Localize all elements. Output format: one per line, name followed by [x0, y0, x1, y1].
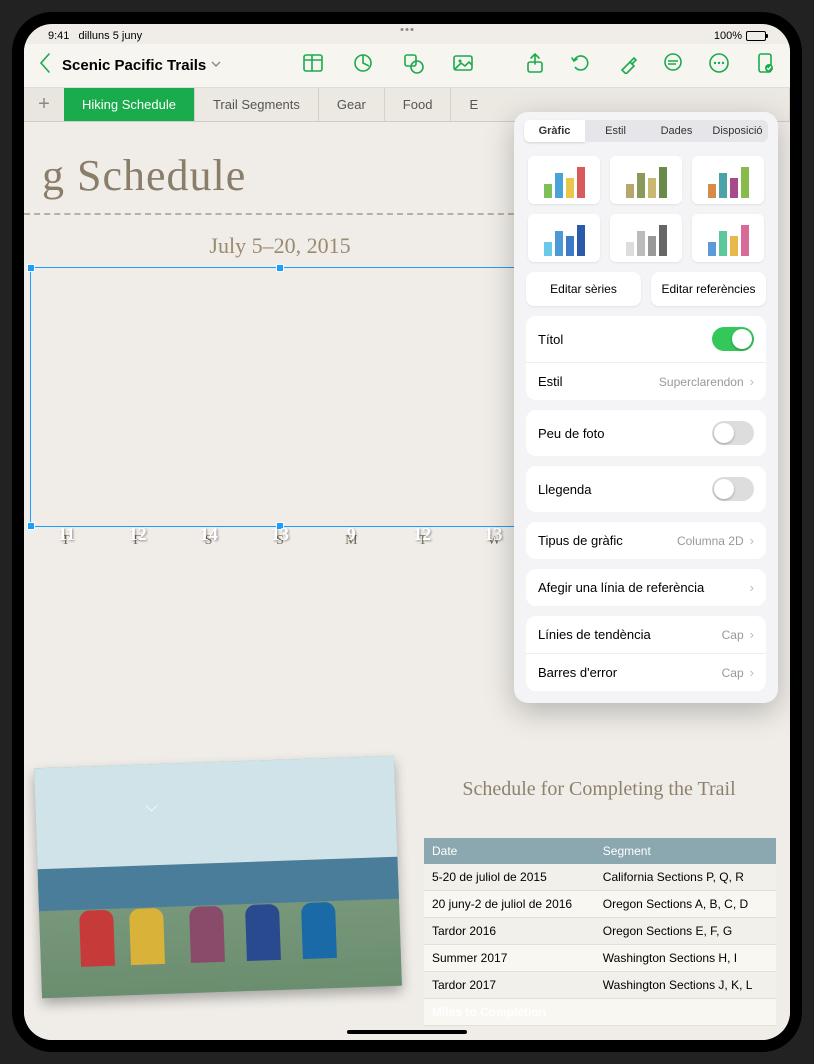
table-row: Tardor 2016Oregon Sections E, F, G: [424, 918, 776, 945]
insert-shape-icon[interactable]: [402, 52, 424, 79]
battery-percent: 100%: [714, 30, 742, 42]
table-header[interactable]: Date: [424, 838, 595, 864]
chart-title: July 5–20, 2015: [30, 233, 530, 259]
battery-icon: [746, 31, 766, 41]
bar-value: 14: [200, 524, 218, 545]
bar-value: 13: [271, 524, 289, 545]
chart-style-thumb[interactable]: [528, 156, 600, 204]
comment-icon[interactable]: [662, 52, 684, 79]
chart-style-thumb[interactable]: [692, 214, 764, 262]
add-sheet-button[interactable]: +: [24, 88, 64, 121]
status-date: dilluns 5 juny: [78, 30, 142, 42]
selection-handle[interactable]: [27, 522, 35, 530]
bar-value: 12: [413, 524, 431, 545]
option-caption[interactable]: Peu de foto: [526, 410, 766, 456]
schedule-table-title: Schedule for Completing the Trail: [434, 778, 764, 801]
popover-segmented-control: Gràfic Estil Dades Disposició: [514, 112, 778, 150]
insert-chart-icon[interactable]: [352, 52, 374, 79]
screen: 9:41 dilluns 5 juny 100% Scenic Pacific …: [24, 24, 790, 1040]
bar-value: 13: [484, 524, 502, 545]
chart-object[interactable]: July 5–20, 2015 11 12 14 13 9 12 13: [30, 233, 530, 549]
option-legend[interactable]: Llegenda: [526, 466, 766, 512]
image-object[interactable]: ⌵: [34, 756, 402, 998]
option-error-bars[interactable]: Barres d'error Cap›: [526, 654, 766, 691]
status-time: 9:41: [48, 30, 69, 42]
insert-media-icon[interactable]: [452, 52, 474, 79]
segment-data[interactable]: Dades: [646, 120, 707, 142]
chevron-right-icon: ›: [750, 533, 754, 548]
tab-hiking-schedule[interactable]: Hiking Schedule: [64, 88, 195, 121]
back-button[interactable]: [38, 52, 52, 79]
document-menu-chevron-icon[interactable]: [210, 57, 222, 75]
tab-gear[interactable]: Gear: [319, 88, 385, 121]
undo-icon[interactable]: [570, 52, 592, 79]
bar-value: 9: [347, 524, 356, 545]
table-row: 20 juny-2 de juliol de 2016Oregon Sectio…: [424, 891, 776, 918]
chevron-right-icon: ›: [750, 665, 754, 680]
option-trendlines[interactable]: Línies de tendència Cap›: [526, 616, 766, 654]
option-add-reference-line[interactable]: Afegir una línia de referència ›: [526, 569, 766, 606]
chart-style-thumb[interactable]: [610, 156, 682, 204]
table-row: Summer 2017Washington Sections H, I: [424, 945, 776, 972]
table-row: Tardor 2017Washington Sections J, K, L: [424, 972, 776, 999]
legend-switch[interactable]: [712, 477, 754, 501]
chevron-right-icon: ›: [750, 627, 754, 642]
status-bar: 9:41 dilluns 5 juny 100%: [24, 24, 790, 44]
segment-chart[interactable]: Gràfic: [524, 120, 585, 142]
bar-value: 12: [129, 524, 147, 545]
more-icon[interactable]: [708, 52, 730, 79]
divider: [24, 213, 524, 215]
segment-style[interactable]: Estil: [585, 120, 646, 142]
option-chart-type[interactable]: Tipus de gràfic Columna 2D›: [526, 522, 766, 559]
table-footer: Miles to Completion: [424, 999, 776, 1026]
chevron-right-icon: ›: [750, 580, 754, 595]
title-switch[interactable]: [712, 327, 754, 351]
document-title[interactable]: Scenic Pacific Trails: [62, 57, 206, 74]
table-header[interactable]: Segment: [595, 838, 776, 864]
format-chart-popover: Gràfic Estil Dades Disposició Editar sèr…: [514, 112, 778, 703]
option-font-style[interactable]: Estil Superclarendon›: [526, 363, 766, 400]
document-settings-icon[interactable]: [754, 52, 776, 79]
caption-switch[interactable]: [712, 421, 754, 445]
multitask-dots[interactable]: [401, 28, 414, 31]
toolbar: Scenic Pacific Trails: [24, 44, 790, 88]
tab-food[interactable]: Food: [385, 88, 452, 121]
tab-trail-segments[interactable]: Trail Segments: [195, 88, 319, 121]
edit-series-button[interactable]: Editar sèries: [526, 272, 641, 306]
selection-handle[interactable]: [27, 264, 35, 272]
ipad-frame: 9:41 dilluns 5 juny 100% Scenic Pacific …: [12, 12, 802, 1052]
bird-icon: ⌵: [145, 798, 158, 816]
chart-color-thumbnails: [514, 150, 778, 272]
status-right: 100%: [714, 30, 766, 42]
bar-value: 11: [58, 524, 75, 545]
option-title[interactable]: Títol: [526, 316, 766, 363]
schedule-table[interactable]: DateSegment 5-20 de juliol de 2015Califo…: [424, 838, 776, 1026]
chart-style-thumb[interactable]: [528, 214, 600, 262]
format-brush-icon[interactable]: [616, 52, 638, 79]
segment-layout[interactable]: Disposició: [707, 120, 768, 142]
status-left: 9:41 dilluns 5 juny: [48, 30, 142, 42]
selection-handle[interactable]: [276, 264, 284, 272]
chart-style-thumb[interactable]: [610, 214, 682, 262]
chart-plot-area[interactable]: 11 12 14 13 9 12 13: [30, 267, 530, 527]
share-icon[interactable]: [524, 52, 546, 79]
edit-references-button[interactable]: Editar referències: [651, 272, 766, 306]
table-row: 5-20 de juliol de 2015California Section…: [424, 864, 776, 891]
chart-style-thumb[interactable]: [692, 156, 764, 204]
insert-table-icon[interactable]: [302, 52, 324, 79]
chevron-right-icon: ›: [750, 374, 754, 389]
home-indicator[interactable]: [347, 1030, 467, 1034]
